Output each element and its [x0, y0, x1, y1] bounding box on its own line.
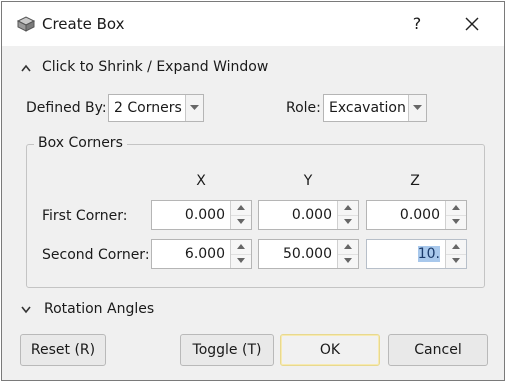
decrement-button[interactable]	[338, 254, 358, 268]
arrow-up-icon	[452, 244, 460, 249]
arrow-down-icon	[237, 219, 245, 224]
rotation-angles-label: Rotation Angles	[44, 301, 155, 317]
arrow-up-icon	[237, 205, 245, 210]
spin-value: 0.000	[184, 207, 225, 223]
shrink-expand-toggle[interactable]: Click to Shrink / Expand Window	[20, 58, 268, 78]
decrement-button[interactable]	[446, 215, 466, 229]
arrow-up-icon	[452, 205, 460, 210]
defined-by-label: Defined By:	[26, 100, 107, 116]
first-corner-z-input[interactable]: 0.000	[366, 200, 467, 230]
ok-button[interactable]: OK	[280, 334, 380, 366]
increment-button[interactable]	[231, 201, 251, 216]
decrement-button[interactable]	[446, 254, 466, 268]
increment-button[interactable]	[446, 240, 466, 255]
spin-buttons	[337, 201, 358, 229]
arrow-up-icon	[237, 244, 245, 249]
arrow-down-icon	[344, 258, 352, 263]
spin-value: 50.000	[283, 246, 332, 262]
second-corner-y-input[interactable]: 50.000	[258, 239, 359, 269]
second-corner-x-input[interactable]: 6.000	[151, 239, 252, 269]
spin-buttons	[230, 240, 251, 268]
arrow-down-icon	[237, 258, 245, 263]
second-corner-label: Second Corner:	[42, 247, 150, 263]
arrow-up-icon	[344, 244, 352, 249]
decrement-button[interactable]	[231, 215, 251, 229]
role-select[interactable]: Excavation	[323, 94, 427, 122]
chevron-up-icon	[21, 64, 31, 72]
defined-by-dropdown-button[interactable]	[185, 95, 203, 121]
close-icon	[465, 17, 479, 31]
create-box-dialog: Create Box ? Click to Shrink / Expand Wi…	[1, 1, 505, 381]
arrow-up-icon	[344, 205, 352, 210]
spin-buttons	[337, 240, 358, 268]
increment-button[interactable]	[446, 201, 466, 216]
arrow-down-icon	[452, 258, 460, 263]
toggle-button[interactable]: Toggle (T)	[180, 334, 274, 366]
rotation-angles-toggle[interactable]: Rotation Angles	[20, 300, 154, 320]
chevron-down-icon	[413, 105, 422, 110]
arrow-down-icon	[452, 219, 460, 224]
cancel-button[interactable]: Cancel	[388, 334, 488, 366]
spin-value: 6.000	[184, 246, 225, 262]
first-corner-label: First Corner:	[42, 208, 128, 224]
spin-value: 0.000	[399, 207, 440, 223]
role-dropdown-button[interactable]	[408, 95, 426, 121]
spin-buttons	[230, 201, 251, 229]
first-corner-y-input[interactable]: 0.000	[258, 200, 359, 230]
chevron-down-icon	[190, 105, 199, 110]
box-icon	[16, 15, 36, 33]
spin-buttons	[445, 240, 466, 268]
box-corners-title: Box Corners	[34, 135, 127, 151]
spin-value-selected: 10.	[417, 246, 440, 262]
help-button[interactable]: ?	[402, 12, 432, 36]
dialog-title: Create Box	[42, 15, 125, 33]
shrink-expand-label: Click to Shrink / Expand Window	[42, 59, 269, 75]
decrement-button[interactable]	[338, 215, 358, 229]
role-value: Excavation	[329, 100, 406, 116]
arrow-down-icon	[344, 219, 352, 224]
increment-button[interactable]	[338, 240, 358, 255]
role-label: Role:	[286, 100, 321, 116]
increment-button[interactable]	[338, 201, 358, 216]
defined-by-select[interactable]: 2 Corners	[108, 94, 204, 122]
increment-button[interactable]	[231, 240, 251, 255]
defined-by-value: 2 Corners	[114, 100, 182, 116]
spin-value: 0.000	[291, 207, 332, 223]
column-header-y: Y	[303, 173, 313, 189]
chevron-down-icon	[21, 306, 31, 314]
spin-buttons	[445, 201, 466, 229]
first-corner-x-input[interactable]: 0.000	[151, 200, 252, 230]
second-corner-z-input[interactable]: 10.	[366, 239, 467, 269]
column-header-x: X	[196, 173, 206, 189]
title-bar: Create Box ?	[2, 2, 504, 46]
column-header-z: Z	[410, 173, 420, 189]
close-button[interactable]	[457, 12, 487, 36]
decrement-button[interactable]	[231, 254, 251, 268]
reset-button[interactable]: Reset (R)	[20, 334, 106, 366]
